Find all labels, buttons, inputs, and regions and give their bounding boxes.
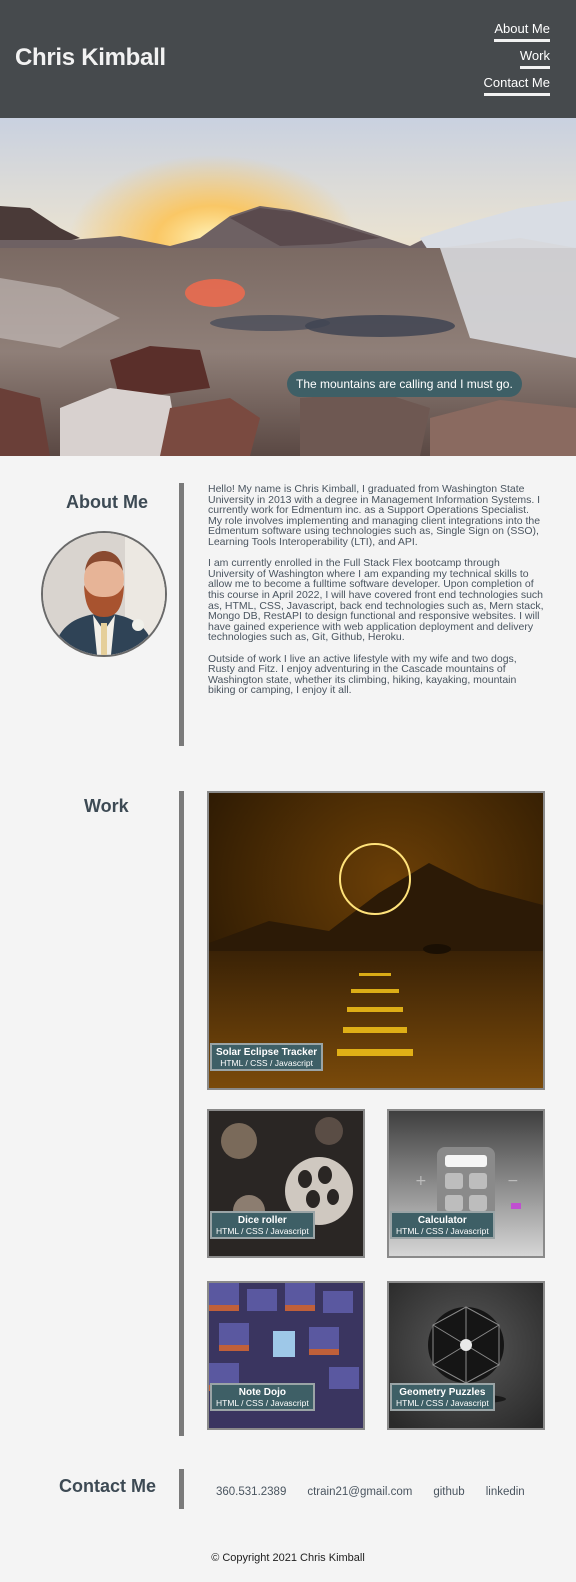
project-label: Geometry Puzzles HTML / CSS / Javascript xyxy=(390,1383,495,1411)
project-label: Note Dojo HTML / CSS / Javascript xyxy=(210,1383,315,1411)
project-tech: HTML / CSS / Javascript xyxy=(220,1058,313,1068)
project-title: Geometry Puzzles xyxy=(399,1387,486,1398)
nav-link-work[interactable]: Work xyxy=(519,49,550,69)
project-tech: HTML / CSS / Javascript xyxy=(216,1398,309,1408)
footer-copyright: © Copyright 2021 Chris Kimball xyxy=(211,1552,365,1564)
project-label: Dice roller HTML / CSS / Javascript xyxy=(210,1211,315,1239)
nav-link-about[interactable]: About Me xyxy=(494,22,550,42)
contact-linkedin-link[interactable]: linkedin xyxy=(486,1486,525,1498)
project-label: Solar Eclipse Tracker HTML / CSS / Javas… xyxy=(210,1043,324,1071)
project-title: Dice roller xyxy=(237,1215,287,1226)
contact-github-link[interactable]: github xyxy=(433,1486,464,1498)
project-card-dice-roller[interactable]: Dice roller HTML / CSS / Javascript xyxy=(207,1109,365,1258)
site-footer: © Copyright 2021 Chris Kimball xyxy=(0,1552,576,1564)
project-tech: HTML / CSS / Javascript xyxy=(396,1226,489,1236)
about-text: Hello! My name is Chris Kimball, I gradu… xyxy=(208,484,544,706)
project-title: Calculator xyxy=(417,1215,467,1226)
about-paragraph: Outside of work I live an active lifesty… xyxy=(208,652,517,697)
main-nav: About Me Work Contact Me xyxy=(483,22,550,103)
contact-links: 360.531.2389 ctrain21@gmail.com github l… xyxy=(216,1486,546,1498)
project-title: Note Dojo xyxy=(238,1387,286,1398)
about-paragraph: I am currently enrolled in the Full Stac… xyxy=(208,557,544,644)
profile-photo xyxy=(41,531,167,657)
about-paragraph: Hello! My name is Chris Kimball, I gradu… xyxy=(208,483,541,548)
contact-divider xyxy=(179,1469,184,1509)
contact-phone[interactable]: 360.531.2389 xyxy=(216,1486,286,1498)
hero-mountain-image xyxy=(0,118,576,456)
project-card-calculator[interactable]: + − Calculator HTML / CSS / Javascript xyxy=(387,1109,545,1258)
project-tech: HTML / CSS / Javascript xyxy=(216,1226,309,1236)
contact-email[interactable]: ctrain21@gmail.com xyxy=(307,1486,412,1498)
nav-link-contact[interactable]: Contact Me xyxy=(483,76,550,96)
project-card-note-dojo[interactable]: Note Dojo HTML / CSS / Javascript xyxy=(207,1281,365,1430)
project-label: Calculator HTML / CSS / Javascript xyxy=(390,1211,495,1239)
site-title: Chris Kimball xyxy=(15,44,166,71)
work-heading: Work xyxy=(84,796,129,816)
project-card-solar-eclipse-tracker[interactable]: Solar Eclipse Tracker HTML / CSS / Javas… xyxy=(207,791,545,1090)
svg-text:−: − xyxy=(507,1173,519,1189)
about-divider xyxy=(179,483,184,746)
site-header: Chris Kimball About Me Work Contact Me xyxy=(0,0,576,118)
project-title: Solar Eclipse Tracker xyxy=(216,1047,318,1058)
work-divider xyxy=(179,791,184,1436)
hero-banner: The mountains are calling and I must go. xyxy=(0,118,576,456)
about-heading: About Me xyxy=(66,492,148,512)
hero-caption: The mountains are calling and I must go. xyxy=(287,371,522,397)
contact-heading: Contact Me xyxy=(59,1476,157,1496)
project-tech: HTML / CSS / Javascript xyxy=(396,1398,489,1408)
svg-text:+: + xyxy=(415,1173,427,1189)
project-card-geometry-puzzles[interactable]: Geometry Puzzles HTML / CSS / Javascript xyxy=(387,1281,545,1430)
